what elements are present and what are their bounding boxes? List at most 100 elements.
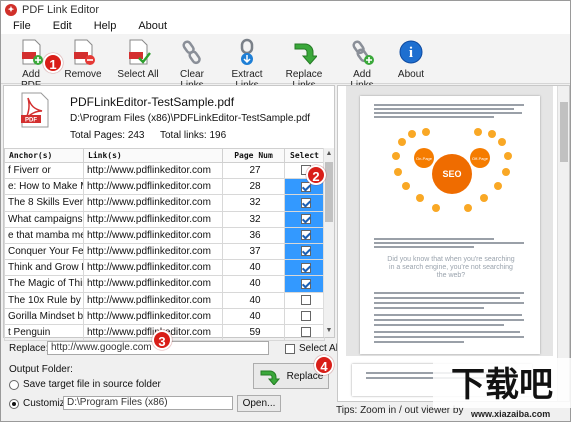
window-title: PDF Link Editor	[22, 3, 100, 16]
page-num-cell[interactable]: 40	[222, 259, 285, 277]
table-row[interactable]: What campaigns c...http://www.pdflinkedi…	[4, 210, 325, 228]
link-cell[interactable]: http://www.pdflinkeditor.com	[83, 161, 223, 180]
scroll-down-icon[interactable]: ▼	[324, 325, 334, 337]
page-num-cell[interactable]: 40	[222, 291, 285, 309]
table-row[interactable]: Gorilla Mindset by...http://www.pdflinke…	[4, 307, 325, 325]
link-cell[interactable]: http://www.pdflinkeditor.com	[83, 242, 223, 261]
anchor-cell[interactable]: t Penguin	[4, 323, 84, 342]
about-label: About	[397, 69, 425, 80]
select-cell[interactable]	[284, 226, 325, 244]
table-row[interactable]: f Fiverr or http://www.pdflinkeditor.com 2…	[4, 161, 325, 180]
anchor-cell[interactable]: The 10x Rule by Gr...	[4, 291, 84, 309]
select-cell[interactable]	[284, 307, 325, 325]
preview-scrollbar[interactable]	[557, 86, 569, 401]
table-row[interactable]: e that mamba me...http://www.pdflinkedit…	[4, 226, 325, 244]
row-select-checkbox[interactable]	[301, 294, 311, 305]
select-cell[interactable]	[284, 210, 325, 228]
menu-about[interactable]: About	[126, 20, 177, 32]
save-in-source-label: Save target file in source folder	[23, 379, 161, 390]
callout-badge-3: 3	[152, 330, 172, 350]
page-num-cell[interactable]: 32	[222, 194, 285, 212]
extract-links-button[interactable]: Extract Links	[221, 36, 273, 91]
table-row[interactable]: Think and Grow Ri...http://www.pdflinked…	[4, 259, 325, 277]
menu-help[interactable]: Help	[82, 20, 127, 32]
table-row[interactable]: The Magic of Thin...http://www.pdflinked…	[4, 275, 325, 293]
scroll-up-icon[interactable]: ▲	[324, 148, 334, 160]
header-link[interactable]: Link(s)	[83, 148, 223, 163]
scroll-thumb[interactable]	[325, 162, 333, 222]
anchor-cell[interactable]: e that mamba me...	[4, 226, 84, 244]
page-num-cell[interactable]: 40	[222, 307, 285, 325]
row-select-checkbox[interactable]	[301, 230, 311, 241]
anchor-cell[interactable]: The 8 Skills Every S...	[4, 194, 84, 212]
link-cell[interactable]: http://www.pdflinkeditor.com	[83, 226, 223, 244]
anchor-cell[interactable]: f Fiverr or	[4, 161, 84, 180]
about-button[interactable]: i About	[391, 36, 431, 82]
link-cell[interactable]: http://www.pdflinkeditor.com	[83, 291, 223, 309]
customize-radio[interactable]	[9, 398, 19, 409]
page-num-cell[interactable]: 27	[222, 161, 285, 180]
row-select-checkbox[interactable]	[301, 278, 311, 289]
select-cell[interactable]	[284, 259, 325, 277]
menu-file[interactable]: File	[1, 20, 41, 32]
select-cell[interactable]	[284, 194, 325, 212]
row-select-checkbox[interactable]	[301, 311, 311, 322]
pdf-preview[interactable]: SEO On-Page Off-Page Did you know that w…	[346, 86, 553, 356]
anchor-cell[interactable]: Think and Grow Ri...	[4, 259, 84, 277]
table-row[interactable]: The 8 Skills Every S...http://www.pdflin…	[4, 194, 325, 212]
select-all-icon	[129, 39, 151, 65]
remove-button[interactable]: Remove	[63, 36, 103, 82]
replace-links-button[interactable]: Replace Links	[277, 36, 331, 91]
open-folder-button[interactable]: Open...	[237, 395, 281, 412]
save-in-source-radio[interactable]	[9, 379, 19, 390]
anchor-cell[interactable]: Gorilla Mindset by...	[4, 307, 84, 325]
page-num-cell[interactable]: 32	[222, 210, 285, 228]
anchor-cell[interactable]: e: How to Make M...	[4, 178, 84, 196]
row-select-checkbox[interactable]	[301, 262, 311, 273]
file-info: PDF PDFLinkEditor-TestSample.pdf D:\Prog…	[4, 86, 334, 148]
header-page-num[interactable]: Page Num	[222, 148, 285, 163]
table-row[interactable]: The 10x Rule by Gr...http://www.pdflinke…	[4, 291, 325, 309]
select-cell[interactable]	[284, 291, 325, 309]
page-num-cell[interactable]: 59	[222, 323, 285, 342]
page-num-cell[interactable]: 28	[222, 178, 285, 196]
row-select-checkbox[interactable]	[301, 327, 311, 338]
seo-left-label: On-Page	[416, 156, 433, 161]
table-row[interactable]: e: How to Make M...http://www.pdflinkedi…	[4, 178, 325, 196]
custom-path-input[interactable]: D:\Program Files (x86)	[63, 396, 233, 410]
link-cell[interactable]: http://www.pdflinkeditor.com	[83, 178, 223, 196]
header-select[interactable]: Select	[284, 148, 325, 163]
select-all-box[interactable]	[285, 343, 295, 354]
table-row[interactable]: Conquer Your Fear...http://www.pdflinked…	[4, 242, 325, 261]
link-cell[interactable]: http://www.pdflinkeditor.com	[83, 194, 223, 212]
select-cell[interactable]	[284, 275, 325, 293]
link-cell[interactable]: http://www.pdflinkeditor.com	[83, 210, 223, 228]
link-cell[interactable]: http://www.pdflinkeditor.com	[83, 259, 223, 277]
add-pdf-icon	[22, 39, 43, 65]
anchor-cell[interactable]: Conquer Your Fear...	[4, 242, 84, 261]
link-cell[interactable]: http://www.pdflinkeditor.com	[83, 275, 223, 293]
link-cell[interactable]: http://www.pdflinkeditor.com	[83, 307, 223, 325]
header-anchor[interactable]: Anchor(s)	[4, 148, 84, 163]
add-links-button[interactable]: Add Links	[341, 36, 383, 91]
preview-scroll-thumb[interactable]	[560, 102, 568, 162]
row-select-checkbox[interactable]	[301, 246, 311, 257]
row-select-checkbox[interactable]	[301, 214, 311, 225]
toolbar: Add PDF Remove Select All Clear Links Ex…	[1, 34, 570, 91]
anchor-cell[interactable]: What campaigns c...	[4, 210, 84, 228]
clear-links-button[interactable]: Clear Links	[167, 36, 217, 91]
select-all-checkbox-label: Select All	[299, 343, 341, 354]
row-select-checkbox[interactable]	[301, 197, 311, 208]
page-num-cell[interactable]: 37	[222, 242, 285, 261]
select-cell[interactable]	[284, 323, 325, 342]
page-num-cell[interactable]: 36	[222, 226, 285, 244]
replace-arrow-icon	[260, 370, 280, 385]
select-all-checkbox[interactable]: Select All	[285, 343, 340, 354]
menu-edit[interactable]: Edit	[41, 20, 82, 32]
select-all-button[interactable]: Select All	[115, 36, 161, 82]
page-num-cell[interactable]: 40	[222, 275, 285, 293]
save-in-source-option[interactable]: Save target file in source folder	[9, 379, 161, 390]
anchor-cell[interactable]: The Magic of Thin...	[4, 275, 84, 293]
svg-text:i: i	[409, 45, 413, 61]
select-cell[interactable]	[284, 242, 325, 261]
